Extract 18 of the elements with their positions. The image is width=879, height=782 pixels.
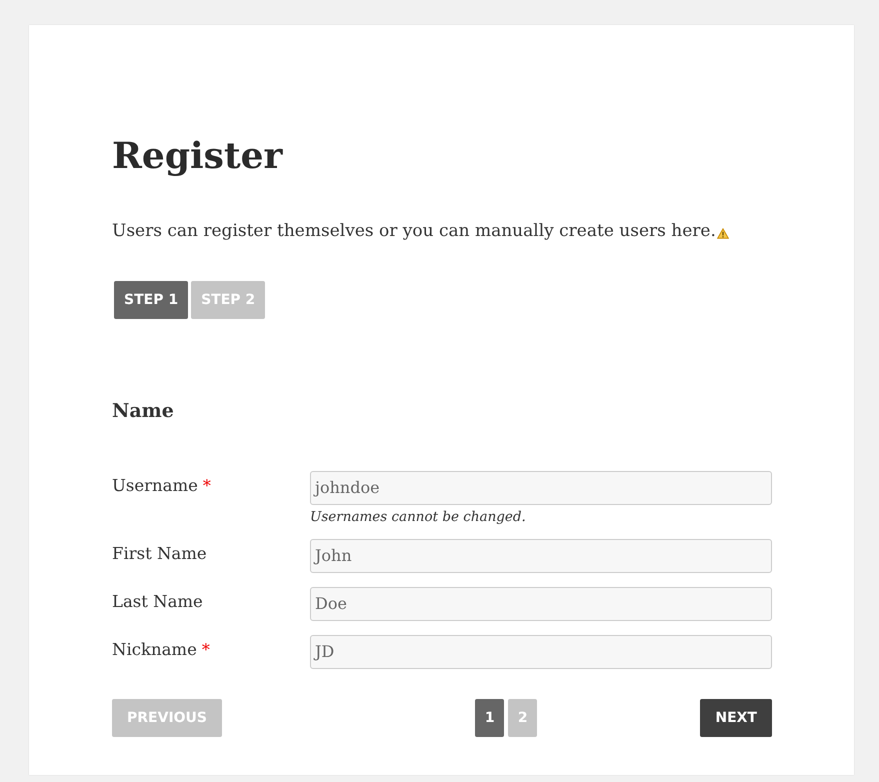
field-label: Nickname [112, 639, 197, 661]
intro-text: Users can register themselves or you can manually create users here. [112, 220, 716, 243]
field-label: Last Name [112, 591, 203, 613]
page-button[interactable]: 1 [475, 699, 504, 737]
step-tab[interactable]: STEP 1 [114, 281, 188, 319]
required-mark: * [202, 475, 211, 497]
field-label: Username [112, 475, 198, 497]
field-label: First Name [112, 543, 207, 565]
section-heading: Name [112, 399, 175, 424]
page-title: Register [112, 134, 284, 179]
required-mark: * [202, 639, 210, 661]
text-field[interactable]: Doe [310, 587, 772, 621]
text-field[interactable]: John [310, 539, 772, 573]
help-text: Usernames cannot be changed. [310, 509, 527, 525]
text-field[interactable]: johndoe [310, 471, 772, 505]
warning-icon [716, 228, 729, 239]
text-field[interactable]: JD [310, 635, 772, 669]
next-button[interactable]: NEXT [700, 699, 772, 737]
